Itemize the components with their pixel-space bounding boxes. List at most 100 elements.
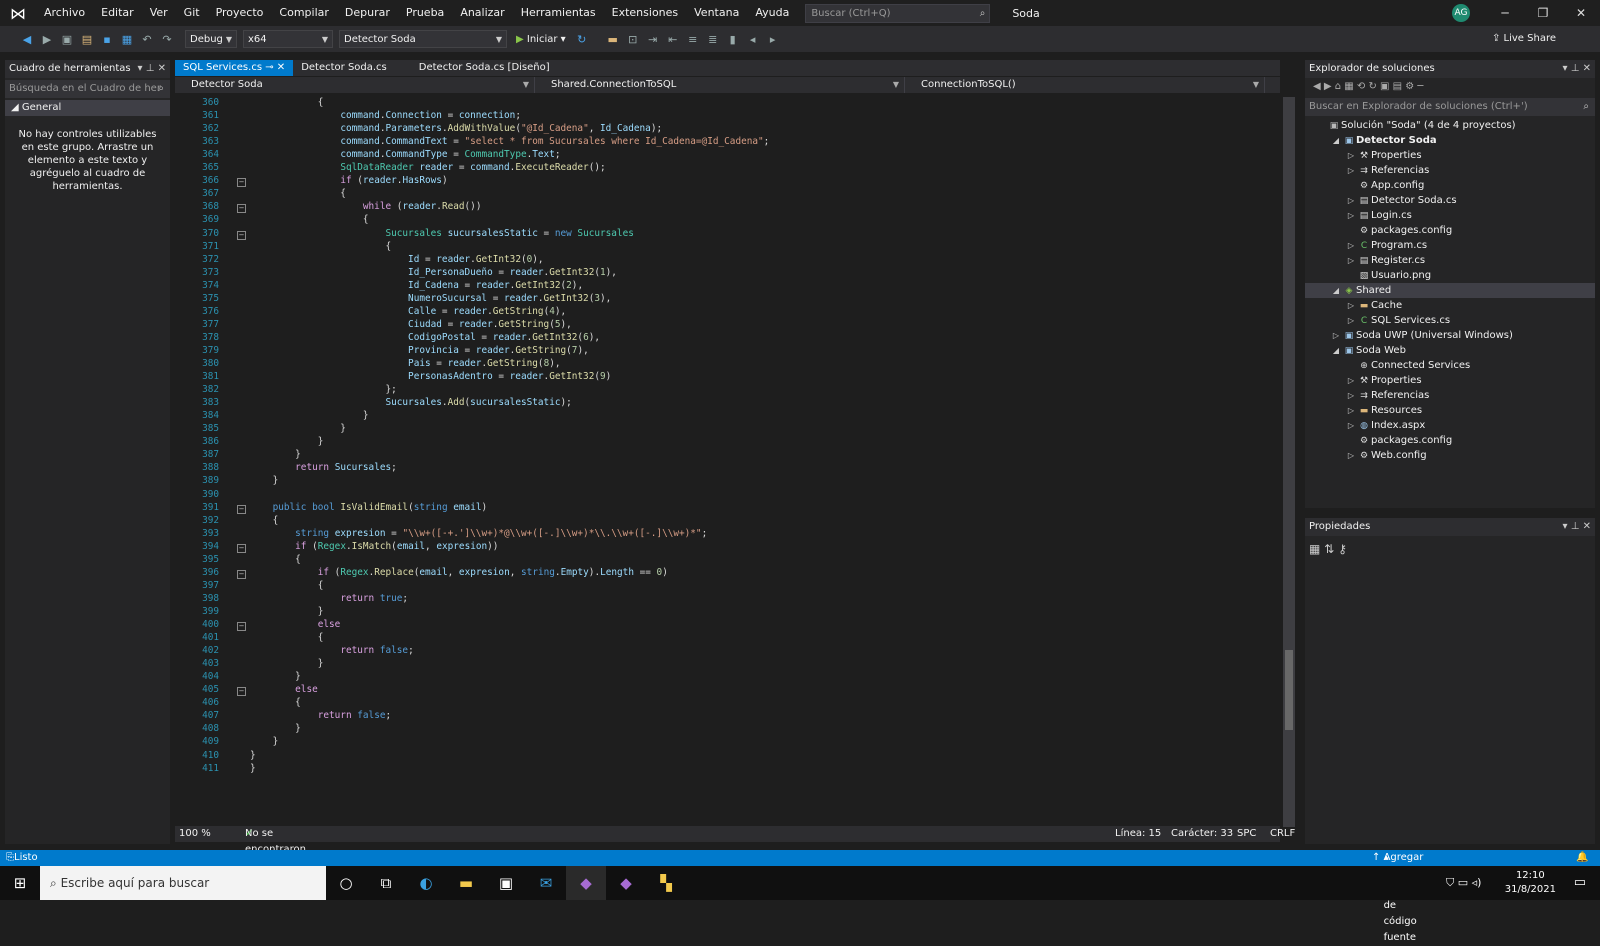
tree-node[interactable]: ◢ ▣ Soda Web: [1305, 343, 1595, 358]
prev-bookmark-icon[interactable]: ◂: [744, 33, 762, 46]
property-pages-icon[interactable]: ⚷: [1338, 542, 1347, 556]
menu-item[interactable]: Ver: [142, 0, 176, 26]
bookmark-icon[interactable]: ▮: [724, 33, 742, 46]
tree-node[interactable]: ◢ ▣ Detector Soda: [1305, 133, 1595, 148]
new-project-icon[interactable]: ▣: [58, 33, 76, 46]
action-center-icon[interactable]: ▭: [1574, 866, 1586, 900]
code-line[interactable]: command.CommandType = CommandType.Text;: [250, 149, 560, 160]
expand-toggle-icon[interactable]: ▷: [1345, 403, 1357, 418]
folder-icon[interactable]: ▬: [604, 33, 622, 46]
notifications-icon[interactable]: 🔔: [1576, 850, 1588, 866]
expand-toggle-icon[interactable]: ▷: [1330, 328, 1342, 343]
back-icon[interactable]: ◀: [18, 33, 36, 46]
code-line[interactable]: command.CommandText = "select * from Suc…: [250, 136, 769, 147]
code-line[interactable]: Sucursales sucursalesStatic = new Sucurs…: [250, 228, 633, 239]
code-line[interactable]: }: [250, 436, 324, 447]
line-ending-indicator[interactable]: CRLF: [1270, 826, 1295, 842]
menu-item[interactable]: Ventana: [686, 0, 747, 26]
visual-studio-icon[interactable]: ◆: [566, 866, 606, 900]
pin-icon[interactable]: ⊸: [265, 62, 273, 73]
tree-node[interactable]: ⚙ App.config: [1305, 178, 1595, 193]
categorized-icon[interactable]: ▦: [1309, 542, 1320, 556]
edge-icon[interactable]: ◐: [406, 866, 446, 900]
tree-node[interactable]: ▷ ⚙ Web.config: [1305, 448, 1595, 463]
code-line[interactable]: }: [250, 423, 346, 434]
code-line[interactable]: NumeroSucursal = reader.GetInt32(3),: [250, 293, 611, 304]
fold-toggle[interactable]: −: [237, 204, 246, 213]
startup-project-select[interactable]: Detector Soda ▼: [339, 30, 507, 48]
tree-node[interactable]: ▷ ▤ Register.cs: [1305, 253, 1595, 268]
solution-explorer-toolbar[interactable]: ◀ ▶ ⌂ ▦ ⟲ ↻ ▣ ▤ ⚙ ─: [1305, 78, 1595, 96]
member-nav-select[interactable]: ConnectionToSQL() ▼: [905, 77, 1265, 93]
code-line[interactable]: {: [250, 214, 369, 225]
cortana-icon[interactable]: ○: [326, 866, 366, 900]
expand-toggle-icon[interactable]: ▷: [1345, 208, 1357, 223]
toolbox-group-general[interactable]: ◢ General: [5, 100, 170, 116]
add-to-source-control-button[interactable]: ↑ Agregar al control de código fuente ▴: [1372, 850, 1423, 943]
fold-toggle[interactable]: −: [237, 622, 246, 631]
code-line[interactable]: return false;: [250, 710, 391, 721]
menu-item[interactable]: Analizar: [452, 0, 512, 26]
tree-node[interactable]: ▣ Solución "Soda" (4 de 4 proyectos): [1305, 118, 1595, 133]
save-icon[interactable]: ▪: [98, 33, 116, 46]
file-explorer-icon[interactable]: ▬: [446, 866, 486, 900]
code-line[interactable]: Id = reader.GetInt32(0),: [250, 254, 544, 265]
menu-item[interactable]: Ayuda: [747, 0, 797, 26]
expand-toggle-icon[interactable]: ▷: [1345, 373, 1357, 388]
code-line[interactable]: };: [250, 384, 396, 395]
code-line[interactable]: }: [250, 671, 301, 682]
tree-node[interactable]: ▷ ▤ Login.cs: [1305, 208, 1595, 223]
close-icon[interactable]: ✕: [277, 62, 285, 73]
code-line[interactable]: SqlDataReader reader = command.ExecuteRe…: [250, 162, 605, 173]
code-editor[interactable]: 360 {361 command.Connection = connection…: [175, 97, 1260, 807]
code-line[interactable]: {: [250, 188, 346, 199]
expand-toggle-icon[interactable]: ▷: [1345, 163, 1357, 178]
menu-item[interactable]: Extensiones: [604, 0, 687, 26]
tree-node[interactable]: ▷ C SQL Services.cs: [1305, 313, 1595, 328]
platform-select[interactable]: x64 ▼: [243, 30, 333, 48]
type-nav-select[interactable]: Shared.ConnectionToSQL ▼: [535, 77, 905, 93]
tree-node[interactable]: ⚙ packages.config: [1305, 223, 1595, 238]
close-button[interactable]: ✕: [1562, 0, 1600, 26]
tree-node[interactable]: ▷ ⇉ Referencias: [1305, 388, 1595, 403]
code-line[interactable]: }: [250, 723, 301, 734]
panel-controls[interactable]: ▾ ⊥ ✕: [1563, 518, 1591, 536]
windows-start-icon[interactable]: ⊞: [0, 866, 40, 900]
expand-toggle-icon[interactable]: ▷: [1345, 448, 1357, 463]
screenshot-icon[interactable]: ⊡: [624, 33, 642, 46]
save-all-icon[interactable]: ▦: [118, 33, 136, 46]
system-tray[interactable]: ⛉ ▭ ◃): [1446, 866, 1481, 900]
start-button[interactable]: ▶ Iniciar ▾: [516, 34, 566, 45]
tree-node[interactable]: ▷ ◍ Index.aspx: [1305, 418, 1595, 433]
store-icon[interactable]: ▣: [486, 866, 526, 900]
task-view-icon[interactable]: ⧉: [366, 866, 406, 900]
tree-node[interactable]: ▷ ⚒ Properties: [1305, 148, 1595, 163]
zoom-level[interactable]: 100 %: [179, 826, 211, 842]
code-line[interactable]: }: [250, 736, 279, 747]
clock[interactable]: 12:10 31/8/2021: [1505, 869, 1556, 897]
fold-toggle[interactable]: −: [237, 687, 246, 696]
editor-scrollbar-thumb[interactable]: [1285, 650, 1293, 730]
expand-toggle-icon[interactable]: ▷: [1345, 238, 1357, 253]
code-line[interactable]: if (reader.HasRows): [250, 175, 447, 186]
app-icon[interactable]: ▚: [646, 866, 686, 900]
tree-node[interactable]: ⊕ Connected Services: [1305, 358, 1595, 373]
minimize-button[interactable]: ─: [1486, 0, 1524, 26]
code-line[interactable]: command.Connection = connection;: [250, 110, 521, 121]
outdent-icon[interactable]: ⇤: [664, 33, 682, 46]
solution-search-input[interactable]: Buscar en Explorador de soluciones (Ctrl…: [1305, 98, 1595, 116]
tree-node[interactable]: ◢ ◈ Shared: [1305, 283, 1595, 298]
tree-node[interactable]: ▷ C Program.cs: [1305, 238, 1595, 253]
comment-icon[interactable]: ≡: [684, 33, 702, 46]
fold-toggle[interactable]: −: [237, 544, 246, 553]
tab-sql-services[interactable]: SQL Services.cs ⊸ ✕: [175, 60, 294, 76]
tree-node[interactable]: ▷ ⇉ Referencias: [1305, 163, 1595, 178]
tab-detector-soda-design[interactable]: Detector Soda.cs [Diseño]: [411, 60, 558, 76]
code-line[interactable]: {: [250, 554, 301, 565]
fold-toggle[interactable]: −: [237, 178, 246, 187]
code-line[interactable]: }: [250, 410, 369, 421]
mail-icon[interactable]: ✉: [526, 866, 566, 900]
menu-item[interactable]: Depurar: [337, 0, 398, 26]
code-line[interactable]: return false;: [250, 645, 413, 656]
code-line[interactable]: while (reader.Read()): [250, 201, 482, 212]
